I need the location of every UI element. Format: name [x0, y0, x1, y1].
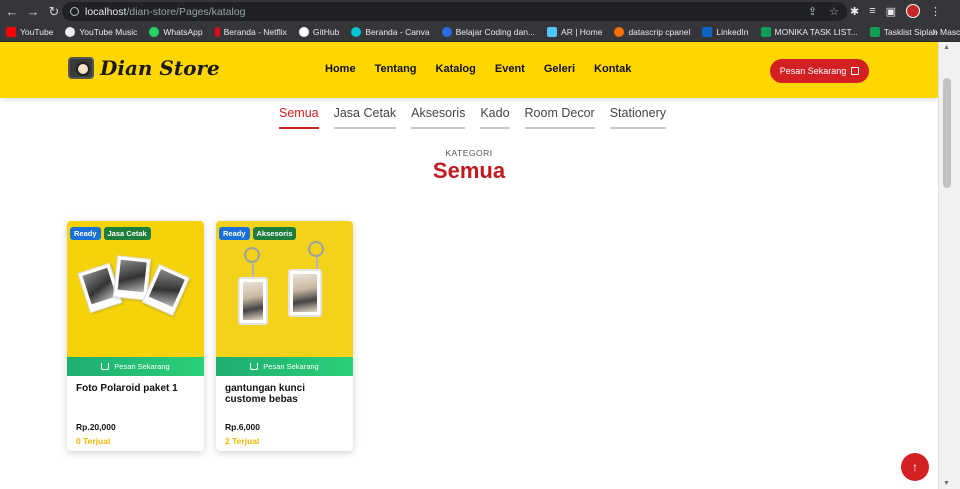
sheets-icon	[760, 27, 771, 37]
tab-aksesoris[interactable]: Aksesoris	[411, 106, 466, 129]
ar-icon	[547, 27, 558, 37]
bookmark-whatsapp[interactable]: WhatsApp	[149, 27, 203, 37]
tab-stationery[interactable]: Stationery	[609, 106, 666, 129]
status-badge: Ready	[70, 227, 101, 240]
tab-kado[interactable]: Kado	[480, 106, 510, 129]
linkedin-icon	[702, 27, 713, 37]
product-name[interactable]: gantungan kunci custome bebas	[225, 383, 345, 405]
extensions-icon[interactable]: ✱	[850, 5, 859, 18]
scroll-up-icon[interactable]: ▲	[943, 44, 950, 51]
bookmark-github[interactable]: GitHub	[298, 27, 339, 37]
category-badge: Aksesoris	[252, 227, 297, 240]
product-image: Ready Jasa Cetak	[67, 221, 204, 357]
nav-event[interactable]: Event	[495, 63, 525, 75]
product-image: Ready Aksesoris	[216, 221, 353, 357]
more-bookmarks-icon[interactable]: »	[932, 27, 938, 38]
product-card[interactable]: Ready Aksesoris Pesan Sekarang gantungan…	[216, 221, 353, 451]
order-now-button[interactable]: Pesan Sekarang	[216, 357, 353, 376]
bookmark-canva[interactable]: Beranda - Canva	[351, 27, 430, 37]
tab-room-decor[interactable]: Room Decor	[524, 106, 595, 129]
back-to-top-button[interactable]: ↑	[901, 453, 929, 481]
bookmark-netflix[interactable]: Beranda - Netflix	[214, 27, 287, 37]
camera-icon	[68, 57, 94, 79]
section-title: Semua	[432, 158, 506, 183]
tab-semua[interactable]: Semua	[279, 106, 319, 129]
order-now-label: Pesan Sekarang	[114, 362, 170, 371]
github-icon	[298, 27, 309, 37]
product-card[interactable]: Ready Jasa Cetak Pesan Sekarang Foto Pol…	[67, 221, 204, 451]
youtube-music-icon	[65, 27, 76, 37]
canva-icon	[351, 27, 362, 37]
bookmark-ar-home[interactable]: AR | Home	[547, 27, 602, 37]
bookmarks-bar: YouTube YouTube Music WhatsApp Beranda -…	[0, 23, 960, 42]
product-sold-count: 0 Terjual	[76, 436, 111, 446]
whatsapp-icon	[149, 27, 160, 37]
status-badge: Ready	[219, 227, 250, 240]
browser-toolbar: ← → ↻ localhost /dian-store/Pages/katalo…	[0, 0, 960, 23]
keychain-acrylic	[288, 269, 322, 317]
bookmark-belajar-coding[interactable]: Belajar Coding dan...	[441, 27, 535, 37]
logo-text: Dian Store	[100, 56, 220, 80]
menu-icon[interactable]: ⋮	[930, 5, 941, 18]
nav-geleri[interactable]: Geleri	[544, 63, 575, 75]
cart-icon	[250, 363, 259, 370]
scroll-thumb[interactable]	[943, 78, 951, 188]
bookmark-youtube[interactable]: YouTube	[6, 27, 53, 37]
bookmark-youtube-music[interactable]: YouTube Music	[65, 27, 137, 37]
media-icon[interactable]: ≡	[869, 5, 875, 17]
bookmark-linkedin[interactable]: LinkedIn	[702, 27, 749, 37]
key-ring	[308, 241, 324, 257]
address-bar[interactable]: localhost /dian-store/Pages/katalog ⇪ ☆	[62, 2, 847, 21]
site-info-icon[interactable]	[70, 7, 79, 16]
order-now-button[interactable]: Pesan Sekarang	[67, 357, 204, 376]
category-badge: Jasa Cetak	[103, 227, 151, 240]
key-ring	[244, 247, 260, 263]
bookmark-star-icon[interactable]: ☆	[829, 5, 839, 18]
back-icon[interactable]: ←	[3, 3, 21, 21]
order-now-button[interactable]: Pesan Sekarang	[770, 59, 869, 83]
nav-tentang[interactable]: Tentang	[375, 63, 417, 75]
page-scrollbar[interactable]: ▲ ▼	[938, 42, 960, 489]
dicoding-icon	[441, 27, 452, 37]
sheets-icon	[869, 27, 880, 37]
order-now-label: Pesan Sekarang	[779, 66, 847, 76]
side-panel-icon[interactable]: ▣	[886, 5, 896, 18]
forward-icon[interactable]: →	[24, 3, 42, 21]
bookmark-datascrip[interactable]: datascrip cpanel	[614, 27, 690, 37]
nav-katalog[interactable]: Katalog	[436, 63, 476, 75]
shopping-bag-icon	[851, 67, 860, 75]
tab-jasa-cetak[interactable]: Jasa Cetak	[333, 106, 397, 129]
youtube-icon	[6, 27, 16, 37]
scroll-down-icon[interactable]: ▼	[943, 480, 950, 487]
share-icon[interactable]: ⇪	[808, 5, 817, 18]
product-price: Rp.20,000	[76, 422, 116, 432]
product-sold-count: 2 Terjual	[225, 436, 260, 446]
page-viewport: Dian Store Home Tentang Katalog Event Ge…	[0, 42, 938, 489]
bookmark-monika[interactable]: MONIKA TASK LIST...	[760, 27, 858, 37]
nav-home[interactable]: Home	[325, 63, 356, 75]
cpanel-icon	[614, 27, 625, 37]
logo[interactable]: Dian Store	[68, 56, 220, 80]
netflix-icon	[214, 27, 220, 37]
bookmark-tasklist[interactable]: Tasklist Siplah Masc...	[869, 27, 960, 37]
section-kicker: KATEGORI	[445, 148, 493, 158]
category-tabs: Semua Jasa Cetak Aksesoris Kado Room Dec…	[279, 106, 666, 129]
product-name[interactable]: Foto Polaroid paket 1	[76, 383, 196, 395]
keychain-acrylic	[238, 277, 268, 325]
reload-icon[interactable]: ↻	[45, 3, 63, 21]
nav-kontak[interactable]: Kontak	[594, 63, 631, 75]
profile-avatar[interactable]	[906, 4, 921, 18]
url-host: localhost	[85, 5, 127, 18]
site-header: Dian Store Home Tentang Katalog Event Ge…	[0, 42, 938, 98]
product-price: Rp.6,000	[225, 422, 260, 432]
arrow-up-icon: ↑	[912, 460, 918, 474]
main-nav: Home Tentang Katalog Event Geleri Kontak	[325, 63, 631, 75]
order-now-label: Pesan Sekarang	[263, 362, 319, 371]
url-path: /dian-store/Pages/katalog	[126, 5, 246, 18]
key-chain	[252, 263, 254, 277]
cart-icon	[101, 363, 110, 370]
